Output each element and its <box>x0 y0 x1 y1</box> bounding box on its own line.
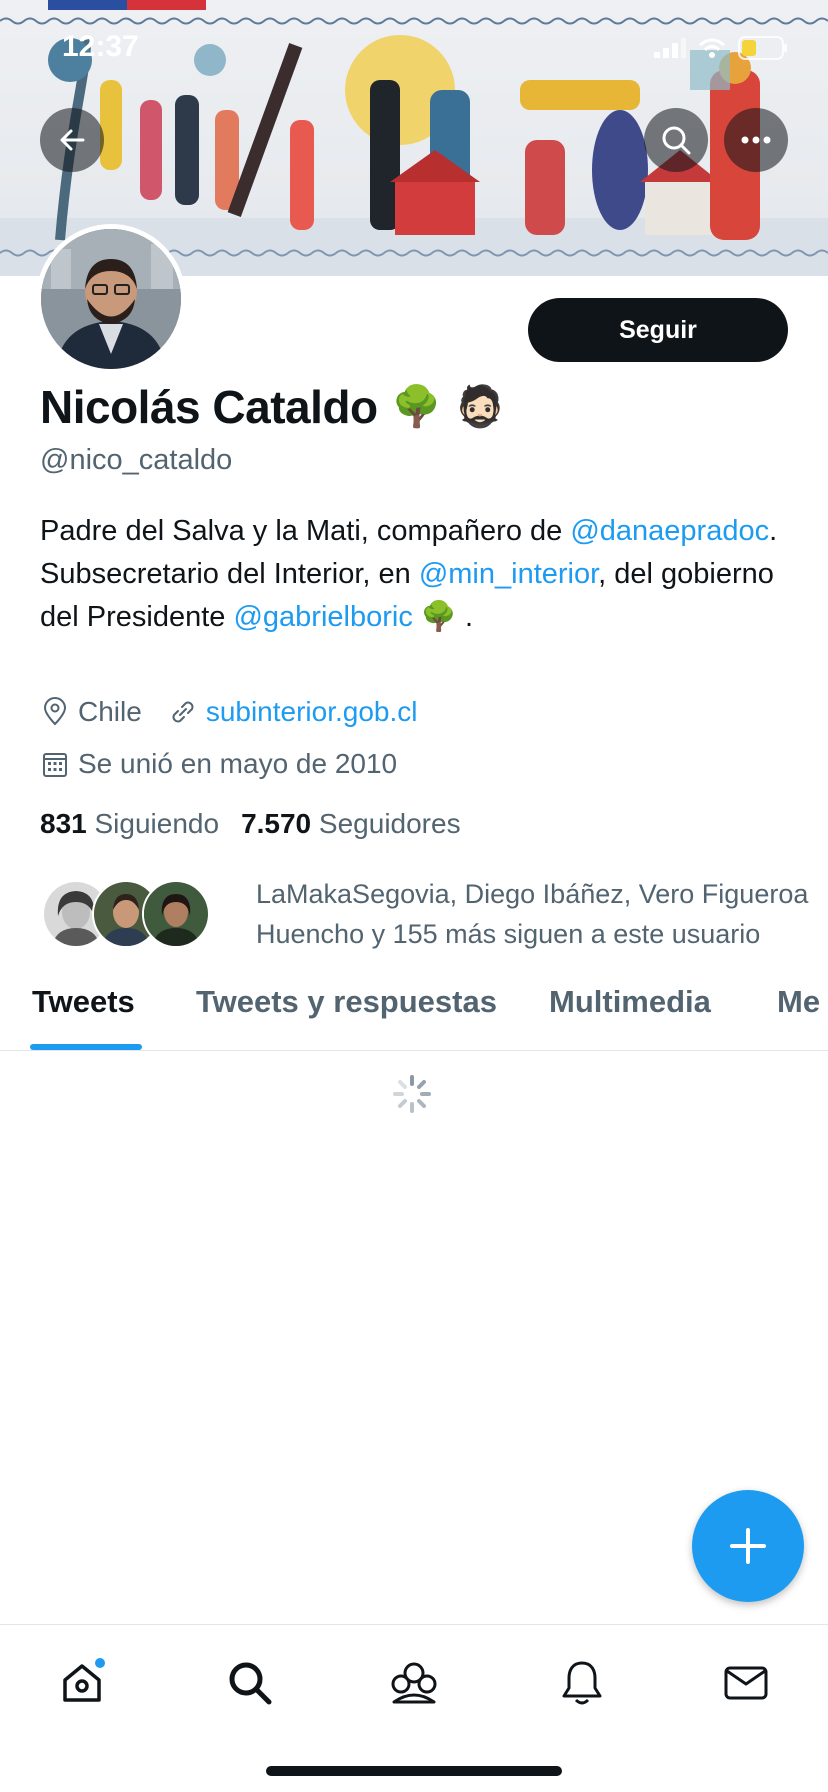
profile-tabs: Tweets Tweets y respuestas Multimedia Me <box>0 960 828 1051</box>
search-icon <box>229 1662 272 1705</box>
mention-link[interactable]: @gabrielboric <box>233 601 412 633</box>
known-followers[interactable]: LaMakaSegovia, Diego Ibáñez, Vero Figuer… <box>40 874 828 954</box>
tab-tweets[interactable]: Tweets <box>32 984 135 1020</box>
website-link[interactable]: subinterior.gob.cl <box>206 696 418 728</box>
followers-label: Seguidores <box>318 808 461 839</box>
following-stat[interactable]: 831 Siguiendo <box>40 808 219 840</box>
followers-stat[interactable]: 7.570 Seguidores <box>241 808 461 840</box>
bio-text: Padre del Salva y la Mati, compañero de <box>40 515 571 547</box>
profile-name-row: Nicolás Cataldo 🌳 🧔🏻 <box>40 380 505 434</box>
nav-notifications[interactable] <box>554 1655 610 1711</box>
home-indicator <box>266 1766 562 1776</box>
bio-text: 🌳 . <box>412 601 474 633</box>
follow-button[interactable]: Seguir <box>528 298 788 362</box>
follow-stats: 831 Siguiendo 7.570 Seguidores <box>40 808 461 840</box>
calendar-icon <box>43 753 67 777</box>
profile-name: Nicolás Cataldo <box>40 381 378 433</box>
loading-spinner-icon <box>393 1075 431 1113</box>
bell-icon <box>562 1661 602 1705</box>
communities-icon <box>391 1662 437 1704</box>
active-tab-indicator <box>30 1044 142 1050</box>
arrow-left-icon <box>60 129 85 151</box>
location-icon <box>43 697 67 726</box>
mail-icon <box>724 1666 768 1700</box>
nav-communities[interactable] <box>386 1655 442 1711</box>
more-button[interactable] <box>724 108 788 172</box>
battery-icon <box>738 36 787 60</box>
followers-count: 7.570 <box>241 808 312 839</box>
tab-tweets-replies[interactable]: Tweets y respuestas <box>196 984 497 1020</box>
tree-emoji: 🌳 <box>391 385 442 429</box>
status-time: 12:37 <box>62 30 139 63</box>
following-label: Siguiendo <box>94 808 220 839</box>
search-button[interactable] <box>644 108 708 172</box>
status-icons <box>654 36 788 60</box>
bottom-navigation <box>0 1624 828 1745</box>
known-followers-avatars <box>40 880 220 948</box>
wifi-icon <box>699 38 725 58</box>
more-icon <box>741 136 771 144</box>
mention-link[interactable]: @min_interior <box>419 558 598 590</box>
plus-icon <box>730 1528 766 1564</box>
profile-avatar[interactable] <box>36 224 186 374</box>
banner-wave-top <box>0 17 828 25</box>
follower-avatar <box>142 880 210 948</box>
nav-messages[interactable] <box>718 1655 774 1711</box>
known-followers-text: LaMakaSegovia, Diego Ibáñez, Vero Figuer… <box>256 879 809 949</box>
profile-bio: Padre del Salva y la Mati, compañero de … <box>40 510 800 639</box>
home-icon <box>63 1658 105 1702</box>
back-button[interactable] <box>40 108 104 172</box>
profile-handle: @nico_cataldo <box>40 444 233 476</box>
following-count: 831 <box>40 808 87 839</box>
tab-media[interactable]: Multimedia <box>549 984 711 1020</box>
link-icon <box>172 701 194 723</box>
signal-icon <box>654 38 686 58</box>
man-beard-emoji: 🧔🏻 <box>455 385 506 429</box>
joined-row: Se unió en mayo de 2010 <box>40 748 397 780</box>
search-icon <box>662 126 691 155</box>
profile-meta: Chile subinterior.gob.cl <box>40 696 418 728</box>
nav-home[interactable] <box>54 1655 110 1711</box>
compose-tweet-button[interactable] <box>692 1490 804 1602</box>
nav-search[interactable] <box>222 1655 278 1711</box>
mention-link[interactable]: @danaepradoc <box>570 515 769 547</box>
tab-likes[interactable]: Me <box>777 984 820 1020</box>
location-text: Chile <box>78 696 142 727</box>
avatar-photo <box>41 229 181 369</box>
joined-text: Se unió en mayo de 2010 <box>78 748 398 779</box>
